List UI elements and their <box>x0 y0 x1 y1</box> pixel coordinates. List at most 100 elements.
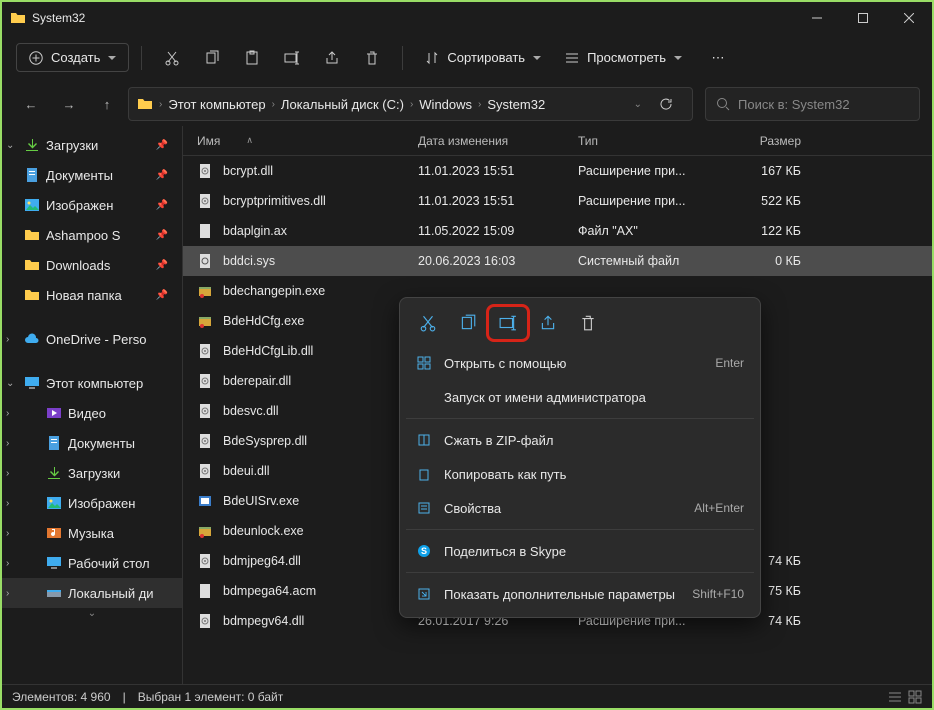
minimize-button[interactable] <box>794 2 840 34</box>
file-icon <box>197 553 213 569</box>
download-icon <box>46 465 62 481</box>
sidebar-sub-item[interactable]: ›Рабочий стол <box>2 548 182 578</box>
chevron-down-icon[interactable]: ⌄ <box>634 99 642 110</box>
column-header-size[interactable]: Размер <box>713 134 821 148</box>
search-placeholder: Поиск в: System32 <box>738 97 850 112</box>
file-name: bdesvc.dll <box>223 404 279 418</box>
share-button[interactable] <box>314 40 350 76</box>
forward-button[interactable]: → <box>52 87 86 121</box>
file-name: bcrypt.dll <box>223 164 273 178</box>
chevron-right-icon: › <box>6 558 9 569</box>
ctx-cut-button[interactable] <box>410 308 446 338</box>
context-menu: Открыть с помощью Enter Запуск от имени … <box>399 297 761 618</box>
sidebar-item[interactable]: Изображен📌 <box>2 190 182 220</box>
search-icon <box>716 97 730 111</box>
up-button[interactable]: ↑ <box>90 87 124 121</box>
ctx-share-skype[interactable]: S Поделиться в Skype <box>406 534 754 568</box>
sidebar-sub-item[interactable]: ›Локальный ди <box>2 578 182 608</box>
file-name: bddci.sys <box>223 254 275 268</box>
sidebar-sub-item[interactable]: ›Загрузки <box>2 458 182 488</box>
ctx-rename-button[interactable] <box>490 308 526 338</box>
file-icon <box>197 193 213 209</box>
ctx-compress-zip[interactable]: Сжать в ZIP-файл <box>406 423 754 457</box>
sidebar-sub-item[interactable]: ›Видео <box>2 398 182 428</box>
paste-button[interactable] <box>234 40 270 76</box>
sidebar-item[interactable]: ⌄Загрузки📌 <box>2 130 182 160</box>
toolbar: Создать Сортировать Просмотреть ⋯ <box>2 34 932 82</box>
file-name: BdeHdCfg.exe <box>223 314 304 328</box>
crumb-c-drive[interactable]: Локальный диск (C:) <box>281 97 404 112</box>
sidebar-item[interactable]: Ashampoo S📌 <box>2 220 182 250</box>
crumb-windows[interactable]: Windows <box>419 97 472 112</box>
file-icon <box>197 523 213 539</box>
ctx-show-more[interactable]: Показать дополнительные параметры Shift+… <box>406 577 754 611</box>
sidebar-item[interactable]: Документы📌 <box>2 160 182 190</box>
titlebar: System32 <box>2 2 932 34</box>
file-icon <box>197 253 213 269</box>
sidebar-item-label: Музыка <box>68 526 114 541</box>
pin-icon: 📌 <box>156 170 168 181</box>
sidebar-sub-item[interactable]: ›Изображен <box>2 488 182 518</box>
new-button[interactable]: Создать <box>16 43 129 72</box>
cloud-icon <box>24 331 40 347</box>
doc-icon <box>24 167 40 183</box>
icons-view-icon[interactable] <box>908 690 922 704</box>
ctx-copy-path[interactable]: Копировать как путь <box>406 457 754 491</box>
image-icon <box>46 495 62 511</box>
ctx-delete-button[interactable] <box>570 308 606 338</box>
file-icon <box>197 583 213 599</box>
delete-button[interactable] <box>354 40 390 76</box>
column-header-date[interactable]: Дата изменения <box>418 134 578 148</box>
column-header-name[interactable]: Имя∧ <box>183 134 418 148</box>
window-title: System32 <box>32 11 85 25</box>
pin-icon: 📌 <box>156 200 168 211</box>
back-button[interactable]: ← <box>14 87 48 121</box>
sidebar-item-label: Загрузки <box>68 466 120 481</box>
file-name: bdaplgin.ax <box>223 224 287 238</box>
sort-button[interactable]: Сортировать <box>415 44 551 71</box>
file-date: 11.01.2023 15:51 <box>418 194 578 208</box>
address-bar[interactable]: › Этот компьютер › Локальный диск (C:) ›… <box>128 87 693 121</box>
copy-button[interactable] <box>194 40 230 76</box>
crumb-this-pc[interactable]: Этот компьютер <box>168 97 265 112</box>
search-input[interactable]: Поиск в: System32 <box>705 87 920 121</box>
file-row[interactable]: bdaplgin.ax11.05.2022 15:09Файл "AX"122 … <box>183 216 932 246</box>
sidebar-item[interactable]: Downloads📌 <box>2 250 182 280</box>
file-name: bdmjpeg64.dll <box>223 554 301 568</box>
file-icon <box>197 493 213 509</box>
sidebar-item[interactable]: Новая папка📌 <box>2 280 182 310</box>
column-header-type[interactable]: Тип <box>578 134 713 148</box>
sidebar-item-onedrive[interactable]: › OneDrive - Perso <box>2 324 182 354</box>
file-name: bdmpegv64.dll <box>223 614 304 628</box>
copy-path-icon <box>416 467 432 481</box>
ctx-open-with[interactable]: Открыть с помощью Enter <box>406 346 754 380</box>
file-name: bcryptprimitives.dll <box>223 194 326 208</box>
ctx-share-button[interactable] <box>530 308 566 338</box>
sidebar: ⌄Загрузки📌Документы📌Изображен📌Ashampoo S… <box>2 126 182 684</box>
refresh-button[interactable] <box>648 97 684 111</box>
rename-button[interactable] <box>274 40 310 76</box>
more-button[interactable]: ⋯ <box>700 40 736 76</box>
file-row[interactable]: bddci.sys20.06.2023 16:03Системный файл0… <box>183 246 932 276</box>
ctx-run-as-admin[interactable]: Запуск от имени администратора <box>406 380 754 414</box>
pin-icon: 📌 <box>156 140 168 151</box>
file-row[interactable]: bcryptprimitives.dll11.01.2023 15:51Расш… <box>183 186 932 216</box>
maximize-button[interactable] <box>840 2 886 34</box>
file-date: 11.01.2023 15:51 <box>418 164 578 178</box>
chevron-right-icon: › <box>6 334 9 345</box>
drive-icon <box>46 585 62 601</box>
close-button[interactable] <box>886 2 932 34</box>
sidebar-sub-item[interactable]: ›Музыка <box>2 518 182 548</box>
crumb-system32[interactable]: System32 <box>487 97 545 112</box>
video-icon <box>46 405 62 421</box>
file-row[interactable]: bcrypt.dll11.01.2023 15:51Расширение при… <box>183 156 932 186</box>
sidebar-sub-item[interactable]: ›Документы <box>2 428 182 458</box>
sidebar-item-label: OneDrive - Perso <box>46 332 146 347</box>
file-date: 20.06.2023 16:03 <box>418 254 578 268</box>
view-button[interactable]: Просмотреть <box>555 44 692 71</box>
sidebar-item-this-pc[interactable]: ⌄ Этот компьютер <box>2 368 182 398</box>
details-view-icon[interactable] <box>888 690 902 704</box>
ctx-copy-button[interactable] <box>450 308 486 338</box>
ctx-properties[interactable]: Свойства Alt+Enter <box>406 491 754 525</box>
cut-button[interactable] <box>154 40 190 76</box>
